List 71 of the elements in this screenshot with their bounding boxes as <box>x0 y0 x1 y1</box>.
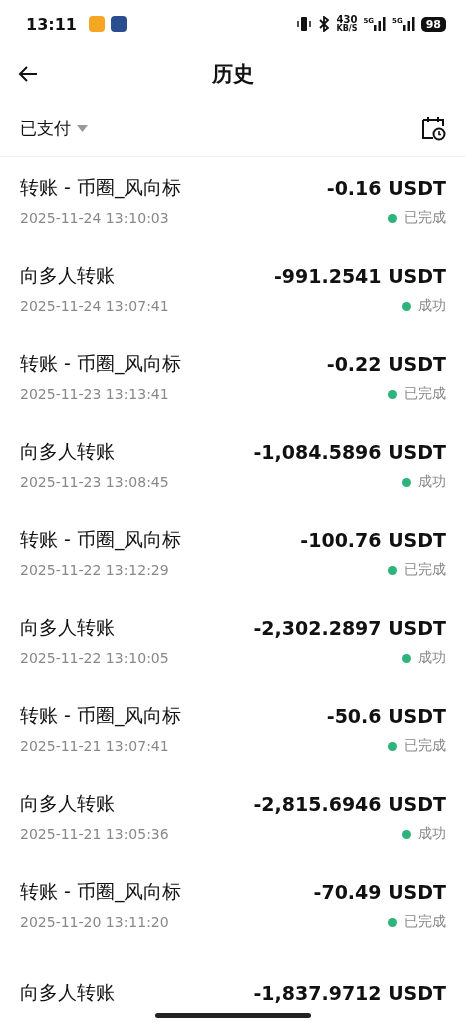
transaction-title: 向多人转账 <box>20 263 115 288</box>
transaction-amount: -50.6 USDT <box>326 705 446 727</box>
transaction-date: 2025-11-22 13:12:29 <box>20 562 169 578</box>
transaction-title: 向多人转账 <box>20 439 115 464</box>
status-dot <box>402 301 411 311</box>
vibrate-icon <box>296 16 313 32</box>
transaction-amount: -70.49 USDT <box>313 881 446 903</box>
transaction-row[interactable]: 转账 - 币圈_风向标 -70.49 USDT 2025-11-20 13:11:20 已完成 <box>0 861 466 949</box>
transaction-title: 向多人转账 <box>20 615 115 640</box>
bluetooth-icon <box>318 16 331 32</box>
transaction-amount: -1,837.9712 USDT <box>253 982 446 1004</box>
signal-icon <box>402 17 415 31</box>
transaction-amount: -2,815.6946 USDT <box>253 793 446 815</box>
status-dot <box>388 917 397 927</box>
transaction-date: 2025-11-23 13:13:41 <box>20 386 169 402</box>
battery-level: 98 <box>420 16 446 32</box>
page-title: 历史 <box>212 61 254 88</box>
transaction-amount: -991.2541 USDT <box>273 265 446 287</box>
transaction-date: 2025-11-23 13:08:45 <box>20 474 169 490</box>
transaction-date: 2025-11-24 13:07:41 <box>20 298 169 314</box>
transaction-date: 2025-11-21 13:05:36 <box>20 826 169 842</box>
signal-icon <box>374 17 387 31</box>
transaction-title: 转账 - 币圈_风向标 <box>20 879 182 905</box>
transaction-amount: -0.16 USDT <box>326 177 446 199</box>
transaction-title: 转账 - 币圈_风向标 <box>20 351 182 377</box>
transaction-status: 已完成 <box>404 385 446 403</box>
transaction-date: 2025-11-21 13:07:41 <box>20 738 169 754</box>
status-time: 13:11 <box>26 14 77 34</box>
status-filter-dropdown[interactable]: 已支付 <box>20 116 88 140</box>
transaction-amount: -0.22 USDT <box>326 353 446 375</box>
transaction-title: 转账 - 币圈_风向标 <box>20 527 182 553</box>
caret-icon <box>77 124 88 132</box>
app-icon <box>110 16 127 32</box>
transaction-title: 转账 - 币圈_风向标 <box>20 703 182 729</box>
transaction-row[interactable]: 向多人转账 -1,084.5896 USDT 2025-11-23 13:08:45 成功 <box>0 421 466 509</box>
status-dot <box>388 565 397 575</box>
status-dot <box>388 389 397 399</box>
transaction-status: 已完成 <box>404 561 446 579</box>
transaction-date: 2025-11-24 13:10:03 <box>20 210 169 226</box>
transaction-status: 已完成 <box>404 913 446 931</box>
transaction-row[interactable]: 转账 - 币圈_风向标 -50.6 USDT 2025-11-21 13:07:41 已完成 <box>0 685 466 773</box>
transaction-status: 已完成 <box>404 737 446 755</box>
transaction-date: 2025-11-20 13:11:20 <box>20 914 169 930</box>
transaction-title: 转账 - 币圈_风向标 <box>20 175 182 201</box>
transaction-amount: -100.76 USDT <box>300 529 446 551</box>
transaction-row[interactable]: 向多人转账 -1,837.9712 USDT <box>0 949 466 1024</box>
status-dot <box>402 653 411 663</box>
transaction-amount: -2,302.2897 USDT <box>253 617 446 639</box>
transaction-row[interactable]: 向多人转账 -991.2541 USDT 2025-11-24 13:07:41 成功 <box>0 245 466 333</box>
transaction-date: 2025-11-22 13:10:05 <box>20 650 169 666</box>
transaction-amount: -1,084.5896 USDT <box>253 441 446 463</box>
transaction-status: 成功 <box>418 297 446 315</box>
transaction-status: 已完成 <box>404 209 446 227</box>
transaction-row[interactable]: 转账 - 币圈_风向标 -0.22 USDT 2025-11-23 13:13:41 已完成 <box>0 333 466 421</box>
transaction-row[interactable]: 转账 - 币圈_风向标 -100.76 USDT 2025-11-22 13:12:29 已完成 <box>0 509 466 597</box>
transaction-status: 成功 <box>418 649 446 667</box>
status-dot <box>388 741 397 751</box>
status-dot <box>402 477 411 487</box>
transaction-row[interactable]: 转账 - 币圈_风向标 -0.16 USDT 2025-11-24 13:10:03 已完成 <box>0 157 466 245</box>
transaction-title: 向多人转账 <box>20 980 115 1005</box>
transaction-status: 成功 <box>418 825 446 843</box>
speed-unit: KB/S <box>336 25 358 33</box>
mail-app-icon <box>88 16 105 32</box>
transaction-title: 向多人转账 <box>20 791 115 816</box>
calendar-icon[interactable] <box>420 115 446 141</box>
status-dot <box>388 213 397 223</box>
transaction-status: 成功 <box>418 473 446 491</box>
transaction-row[interactable]: 向多人转账 -2,815.6946 USDT 2025-11-21 13:05:36 成功 <box>0 773 466 861</box>
status-dot <box>402 829 411 839</box>
transaction-row[interactable]: 向多人转账 -2,302.2897 USDT 2025-11-22 13:10:05 成功 <box>0 597 466 685</box>
network-speed: 430 <box>336 15 358 25</box>
